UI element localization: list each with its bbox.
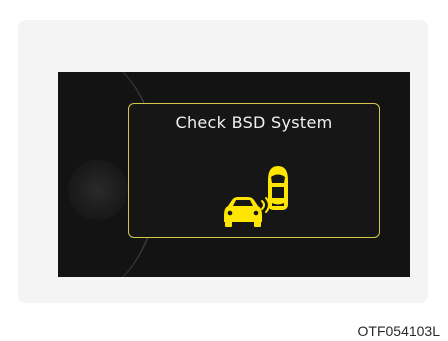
gauge-knob bbox=[68, 160, 128, 220]
blind-spot-detection-icon bbox=[224, 166, 288, 227]
figure-caption: OTF054103L bbox=[357, 323, 441, 339]
warning-message: Check BSD System bbox=[175, 113, 333, 132]
